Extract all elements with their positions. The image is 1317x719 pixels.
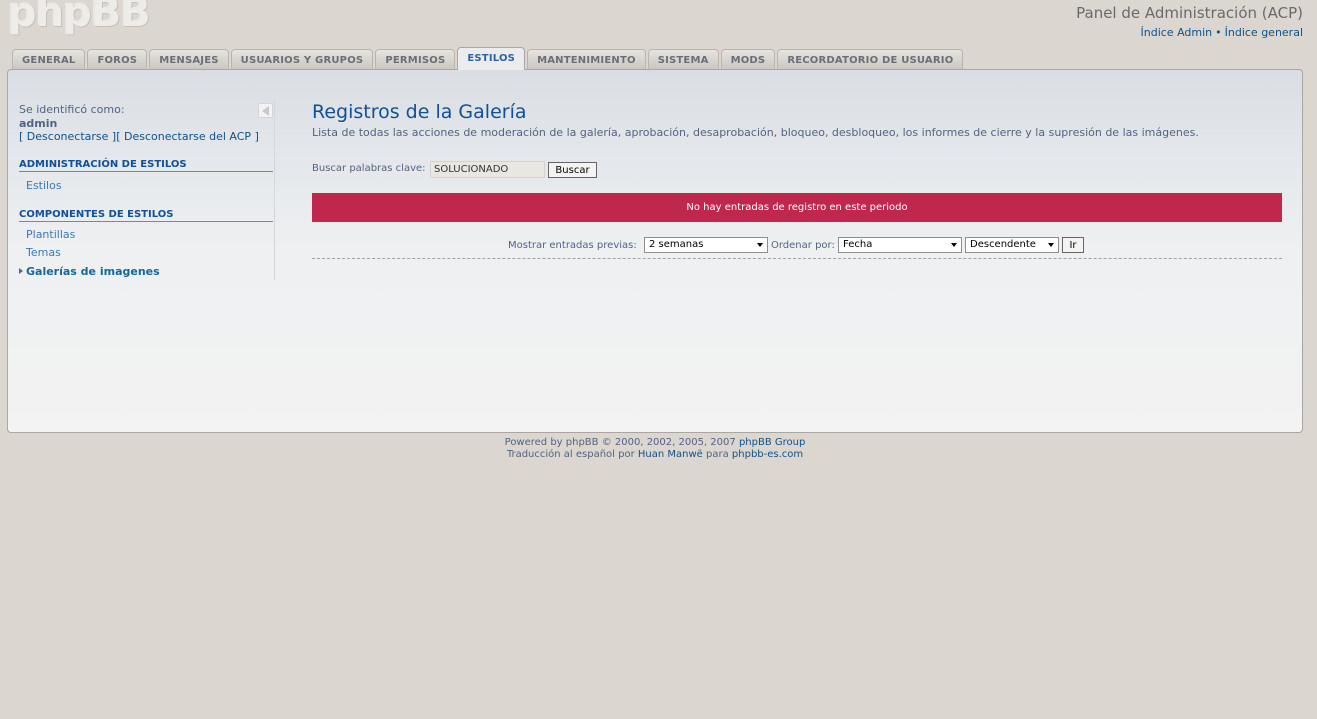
chevron-down-icon bbox=[951, 243, 957, 247]
search-button[interactable]: Buscar bbox=[548, 162, 597, 178]
arrow-left-icon bbox=[262, 105, 269, 116]
translation-text: Traducción al español por bbox=[506, 449, 635, 460]
page-description: Lista de todas las acciones de moderació… bbox=[312, 126, 1199, 139]
link-separator: • bbox=[1215, 26, 1222, 39]
tab-mensajes[interactable]: MENSAJES bbox=[149, 49, 229, 70]
tab-usuarios-y-grupos[interactable]: USUARIOS Y GRUPOS bbox=[230, 49, 374, 70]
main-tabs: GENERAL FOROS MENSAJES USUARIOS Y GRUPOS… bbox=[12, 47, 964, 70]
board-index-link[interactable]: Índice general bbox=[1225, 26, 1303, 39]
chevron-down-icon bbox=[757, 243, 763, 247]
direction-value: Descendente bbox=[970, 239, 1036, 250]
acp-title: Panel de Administración (ACP) bbox=[1076, 4, 1303, 22]
menu-heading-admin-estilos: ADMINISTRACIÓN DE ESTILOS bbox=[19, 159, 273, 172]
search-label: Buscar palabras clave: bbox=[312, 163, 426, 174]
show-entries-value: 2 semanas bbox=[649, 239, 704, 250]
show-entries-label: Mostrar entradas previas: bbox=[508, 240, 637, 251]
menu-item-estilos[interactable]: Estilos bbox=[26, 179, 62, 192]
tab-general[interactable]: GENERAL bbox=[12, 49, 86, 70]
chevron-down-icon bbox=[1048, 243, 1054, 247]
phpbb-logo: phpBB bbox=[8, 0, 151, 36]
top-links: Índice Admin • Índice general bbox=[1141, 26, 1304, 39]
no-entries-error: No hay entradas de registro en este peri… bbox=[312, 193, 1282, 222]
go-button[interactable]: Ir bbox=[1062, 237, 1084, 253]
bracket-open: [ bbox=[19, 130, 24, 143]
direction-select[interactable]: Descendente bbox=[965, 237, 1059, 253]
username: admin bbox=[19, 117, 58, 130]
menu-item-galerias-de-imagenes[interactable]: Galerías de imagenes bbox=[19, 265, 160, 278]
phpbb-group-link[interactable]: phpBB Group bbox=[739, 437, 805, 448]
page-title: Registros de la Galería bbox=[312, 101, 527, 123]
translation-mid-text: para bbox=[706, 449, 729, 460]
tab-sistema[interactable]: SISTEMA bbox=[647, 49, 719, 70]
order-by-value: Fecha bbox=[843, 239, 873, 250]
order-by-label: Ordenar por: bbox=[771, 240, 835, 251]
translator-link[interactable]: Huan Manwë bbox=[638, 449, 703, 460]
admin-index-link[interactable]: Índice Admin bbox=[1141, 26, 1213, 39]
powered-by-line: Powered by phpBB © 2000, 2002, 2005, 200… bbox=[0, 437, 1310, 449]
phpbb-es-link[interactable]: phpbb-es.com bbox=[732, 449, 803, 460]
bracket-mid: ][ bbox=[111, 130, 121, 143]
tab-estilos[interactable]: ESTILOS bbox=[457, 47, 526, 70]
menu-item-plantillas[interactable]: Plantillas bbox=[26, 228, 75, 241]
logout-acp-link[interactable]: Desconectarse del ACP bbox=[124, 130, 251, 143]
tab-foros[interactable]: FOROS bbox=[87, 49, 148, 70]
show-entries-select[interactable]: 2 semanas bbox=[644, 237, 768, 253]
sidebar: Se identificó como: admin [ Desconectars… bbox=[18, 100, 275, 280]
content-panel: Se identificó como: admin [ Desconectars… bbox=[7, 69, 1303, 433]
logout-links: [ Desconectarse ][ Desconectarse del ACP… bbox=[19, 130, 259, 143]
menu-item-temas[interactable]: Temas bbox=[26, 246, 61, 259]
order-by-select[interactable]: Fecha bbox=[838, 237, 962, 253]
tab-mods[interactable]: MODS bbox=[720, 49, 776, 70]
tab-permisos[interactable]: PERMISOS bbox=[375, 49, 456, 70]
footer: Powered by phpBB © 2000, 2002, 2005, 200… bbox=[0, 437, 1310, 461]
dashed-divider bbox=[312, 258, 1282, 259]
tab-recordatorio-de-usuario[interactable]: RECORDATORIO DE USUARIO bbox=[777, 49, 964, 70]
collapse-menu-button[interactable] bbox=[258, 103, 273, 118]
logout-link[interactable]: Desconectarse bbox=[27, 130, 109, 143]
identified-as-label: Se identificó como: bbox=[19, 103, 125, 116]
translation-line: Traducción al español por Huan Manwë par… bbox=[0, 449, 1310, 461]
tab-mantenimiento[interactable]: MANTENIMIENTO bbox=[527, 49, 646, 70]
bracket-close: ] bbox=[254, 130, 259, 143]
search-keywords-input[interactable] bbox=[430, 161, 545, 178]
filter-row: Mostrar entradas previas: 2 semanas Orde… bbox=[312, 237, 1282, 257]
powered-by-text: Powered by phpBB © 2000, 2002, 2005, 200… bbox=[504, 437, 736, 448]
menu-heading-componentes-estilos: COMPONENTES DE ESTILOS bbox=[19, 209, 273, 222]
